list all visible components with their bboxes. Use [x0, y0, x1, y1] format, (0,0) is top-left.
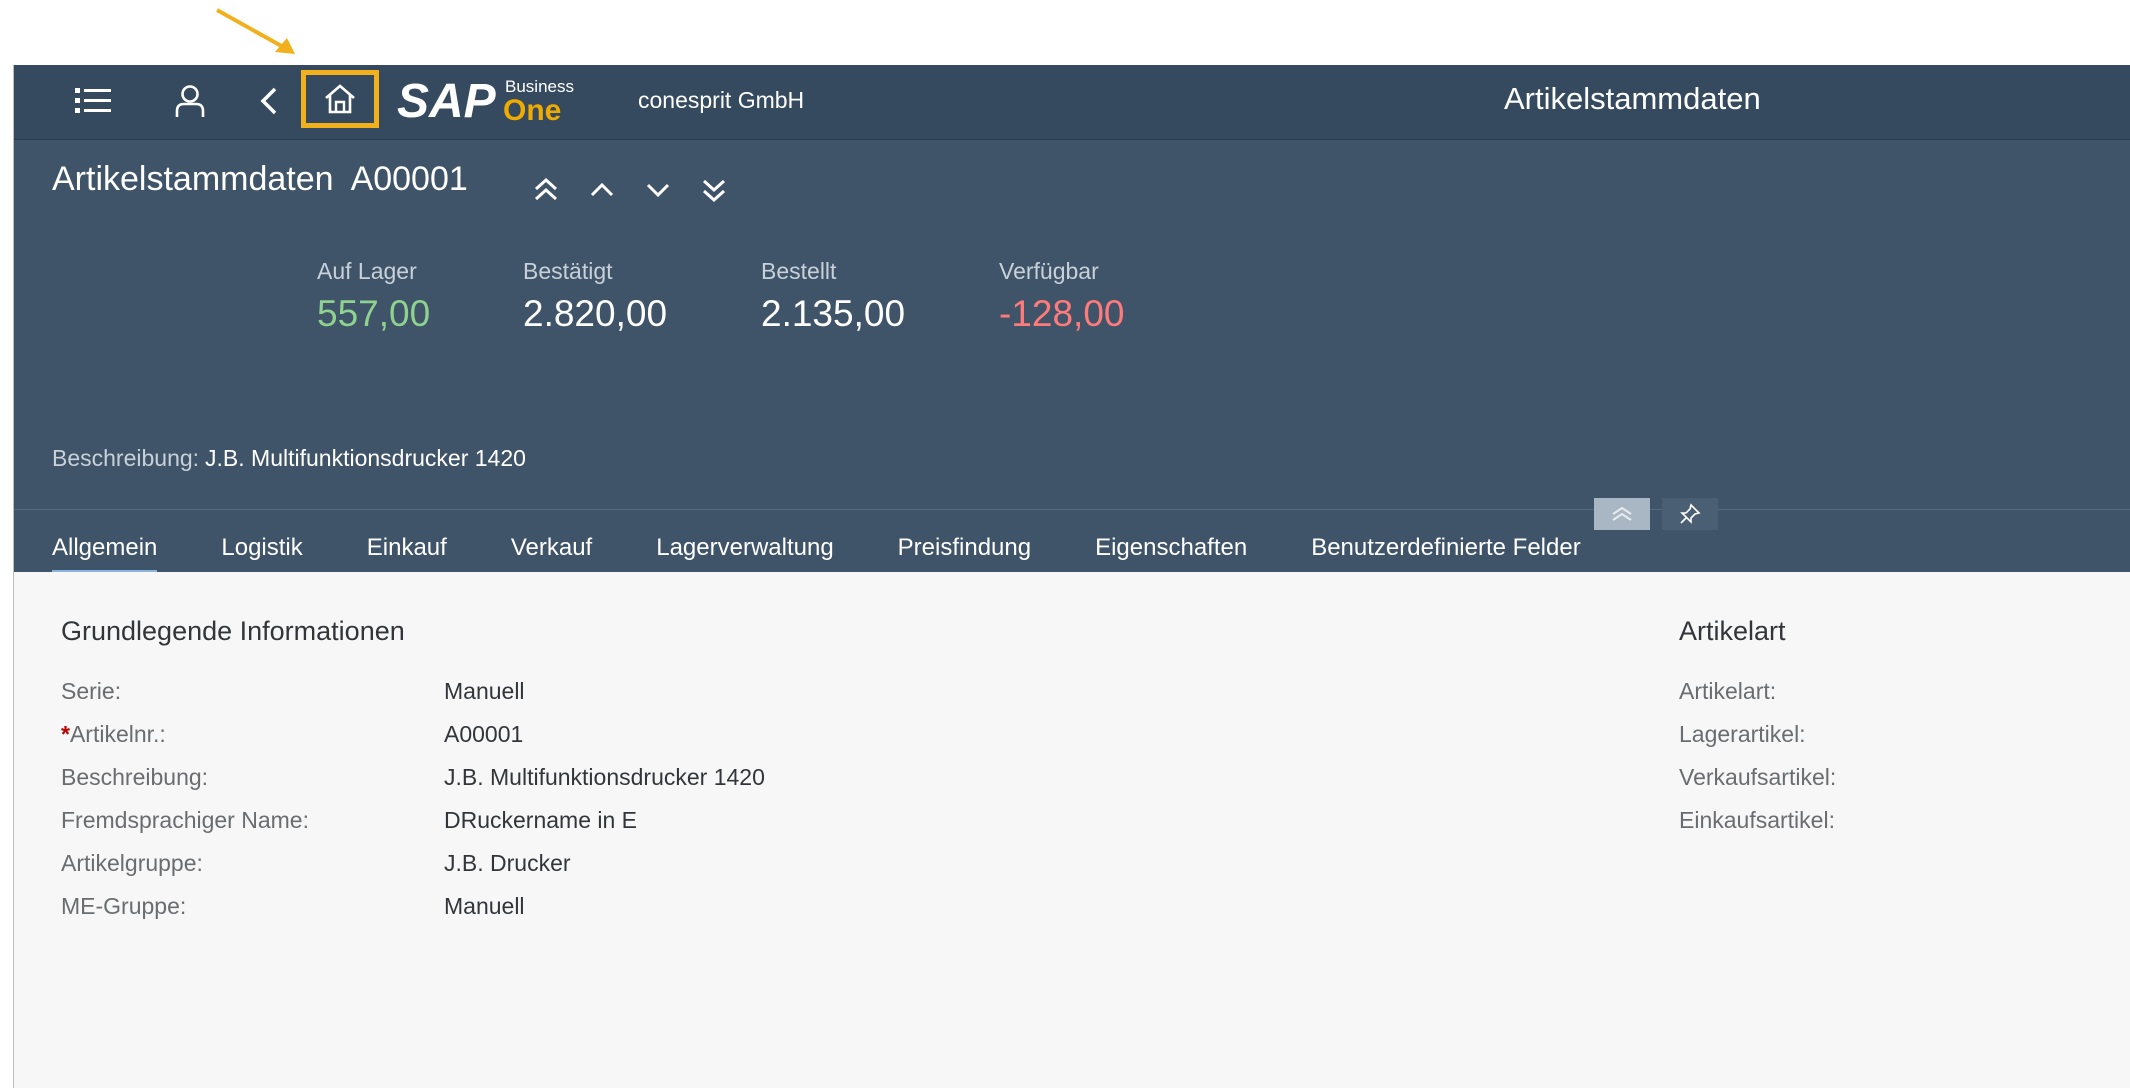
menu-button[interactable] — [71, 79, 115, 123]
kpi-label: Verfügbar — [999, 258, 1099, 284]
header-divider — [14, 509, 2130, 510]
field-label-artikelnr: *Artikelnr.: — [61, 721, 166, 748]
chevron-down-icon — [646, 183, 670, 198]
tab-preisfindung[interactable]: Preisfindung — [898, 525, 1031, 570]
header-description: Beschreibung: J.B. Multifunktionsdrucker … — [52, 445, 526, 472]
kpi-value: 557,00 — [317, 293, 431, 334]
pin-icon — [1680, 503, 1701, 524]
field-label-me-gruppe: ME-Gruppe: — [61, 893, 187, 919]
field-label-text: Artikelnr.: — [69, 721, 166, 747]
list-icon — [75, 88, 111, 113]
double-chevron-up-icon — [534, 177, 558, 201]
kpi-label: Bestellt — [761, 258, 837, 284]
user-icon — [175, 85, 205, 117]
app-title: Artikelstammdaten — [1504, 81, 1761, 116]
logo-one-text: One — [503, 94, 561, 127]
field-value-serie[interactable]: Manuell — [444, 678, 525, 705]
annotation-arrow-icon — [216, 8, 295, 54]
field-label-verkaufsartikel: Verkaufsartikel: — [1679, 764, 1837, 790]
tab-eigenschaften[interactable]: Eigenschaften — [1095, 525, 1247, 570]
double-chevron-down-icon — [702, 179, 726, 203]
shell-bar: SAP Business One conesprit GmbH Artikels… — [14, 65, 2130, 140]
object-header: Artikelstammdaten A00001 Auf Lager 557,0… — [14, 140, 2130, 573]
chevron-up-icon — [590, 182, 614, 197]
section-title-item-type: Artikelart — [1679, 616, 1786, 646]
record-navigation — [524, 168, 736, 212]
kpi-committed: Bestätigt 2.820,00 — [523, 258, 667, 335]
last-record-button[interactable] — [692, 168, 736, 212]
section-title-general: Grundlegende Informationen — [61, 616, 405, 646]
tab-allgemein[interactable]: Allgemein — [52, 525, 158, 573]
pin-header-button[interactable] — [1662, 498, 1718, 530]
tab-logistik[interactable]: Logistik — [221, 525, 302, 570]
tab-lagerverwaltung[interactable]: Lagerverwaltung — [656, 525, 833, 570]
required-marker: * — [61, 721, 70, 747]
double-chevron-up-icon — [1612, 506, 1632, 521]
sap-business-one-logo: SAP Business One — [397, 75, 587, 128]
description-label: Beschreibung: — [52, 445, 200, 471]
field-value-fremdsprachiger-name[interactable]: DRuckername in E — [444, 807, 637, 834]
previous-record-button[interactable] — [580, 168, 624, 212]
tab-einkauf[interactable]: Einkauf — [367, 525, 447, 570]
tab-bar: Allgemein Logistik Einkauf Verkauf Lager… — [14, 525, 1645, 573]
back-button[interactable] — [247, 79, 291, 123]
kpi-value: -128,00 — [999, 293, 1125, 334]
field-label-serie: Serie: — [61, 678, 122, 704]
field-label-beschreibung: Beschreibung: — [61, 764, 209, 790]
logo-sap-text: SAP — [397, 75, 497, 127]
field-value-beschreibung[interactable]: J.B. Multifunktionsdrucker 1420 — [444, 764, 765, 791]
field-label-einkaufsartikel: Einkaufsartikel: — [1679, 807, 1835, 833]
field-label-artikelgruppe: Artikelgruppe: — [61, 850, 203, 876]
page-title: Artikelstammdaten A00001 — [52, 160, 468, 198]
field-label-fremdsprachiger-name: Fremdsprachiger Name: — [61, 807, 309, 833]
company-name: conesprit GmbH — [638, 87, 805, 113]
kpi-value: 2.820,00 — [523, 293, 668, 334]
field-value-artikelgruppe[interactable]: J.B. Drucker — [444, 850, 571, 877]
field-value-me-gruppe[interactable]: Manuell — [444, 893, 525, 920]
description-value: J.B. Multifunktionsdrucker 1420 — [205, 445, 526, 471]
field-label-lagerartikel: Lagerartikel: — [1679, 721, 1806, 747]
first-record-button[interactable] — [524, 168, 568, 212]
user-button[interactable] — [168, 79, 212, 123]
kpi-available: Verfügbar -128,00 — [999, 258, 1125, 335]
kpi-label: Auf Lager — [317, 258, 417, 284]
next-record-button[interactable] — [636, 168, 680, 212]
field-label-artikelart: Artikelart: — [1679, 678, 1777, 704]
app-window: SAP Business One conesprit GmbH Artikels… — [13, 65, 2130, 1088]
tab-benutzerdefinierte-felder[interactable]: Benutzerdefinierte Felder — [1311, 525, 1580, 570]
kpi-label: Bestätigt — [523, 258, 613, 284]
kpi-value: 2.135,00 — [761, 293, 906, 334]
kpi-ordered: Bestellt 2.135,00 — [761, 258, 905, 335]
home-button[interactable] — [301, 70, 379, 128]
field-value-artikelnr[interactable]: A00001 — [444, 721, 523, 748]
content-area: Grundlegende Informationen Serie: Manuel… — [14, 572, 2130, 1088]
home-icon — [325, 84, 355, 114]
chevron-left-icon — [260, 87, 277, 115]
kpi-on-stock: Auf Lager 557,00 — [317, 258, 430, 335]
tab-verkauf[interactable]: Verkauf — [511, 525, 592, 570]
